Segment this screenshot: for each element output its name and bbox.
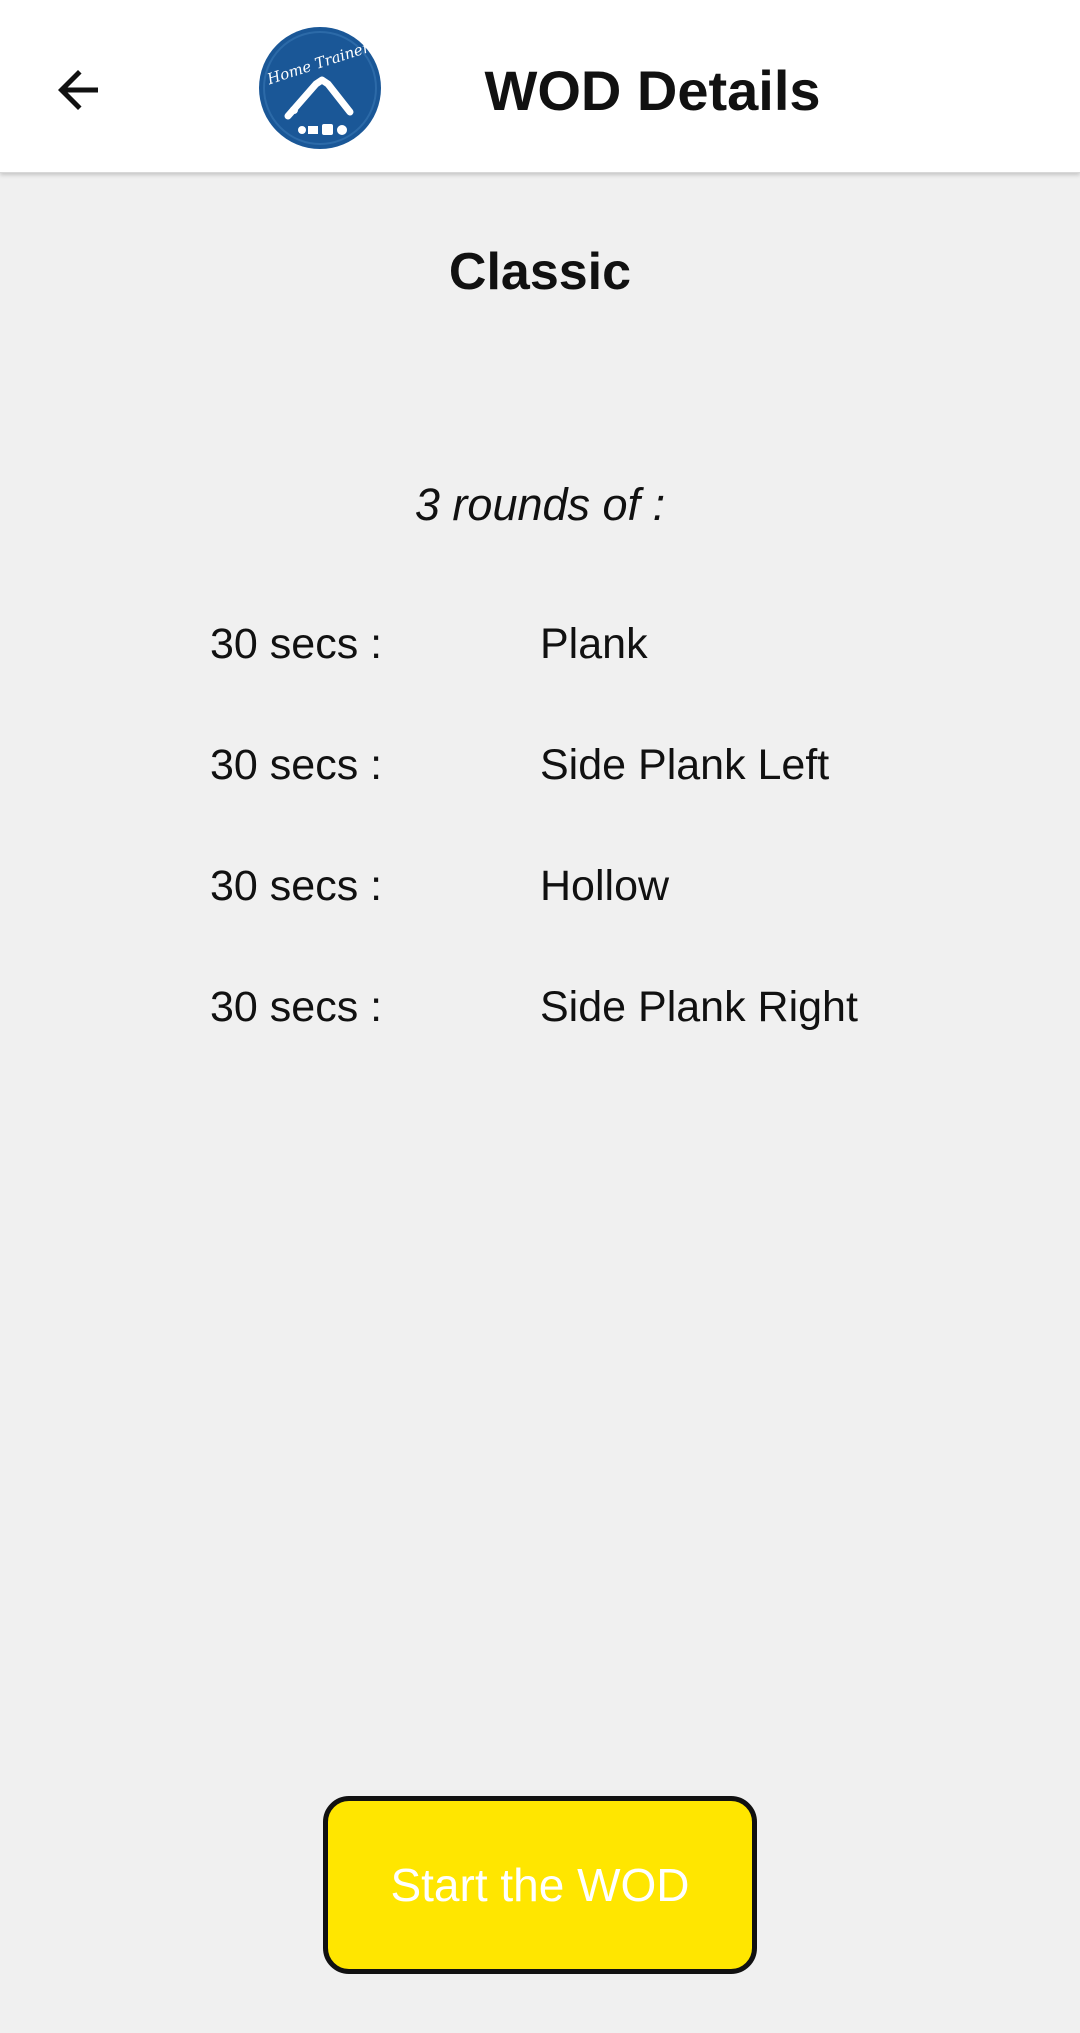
wod-name: Classic — [448, 243, 632, 301]
exercise-name: Hollow — [540, 862, 670, 910]
exercise-row: 30 secs : Side Plank Right — [0, 977, 1080, 1098]
exercise-row: 30 secs : Plank — [0, 614, 1080, 735]
exercise-row: 30 secs : Side Plank Left — [0, 735, 1080, 856]
rounds-label: 3 rounds of : — [414, 479, 666, 530]
arrow-left-icon — [58, 70, 98, 110]
exercise-duration: 30 secs : — [210, 862, 383, 910]
exercise-row: 30 secs : Hollow — [0, 856, 1080, 977]
back-button[interactable] — [38, 50, 118, 130]
exercise-name: Side Plank Right — [540, 983, 858, 1031]
app-bar: Home Trainer WOD Details — [0, 0, 1080, 173]
exercise-name: Side Plank Left — [540, 741, 830, 789]
start-wod-button[interactable]: Start the WOD — [323, 1796, 757, 1974]
exercise-duration: 30 secs : — [210, 983, 383, 1031]
exercise-name: Plank — [540, 620, 648, 668]
page-title: WOD Details — [484, 59, 821, 122]
exercise-duration: 30 secs : — [210, 741, 383, 789]
home-trainer-logo: Home Trainer — [259, 27, 381, 149]
start-wod-button-label: Start the WOD — [390, 1859, 690, 1911]
exercise-list: 30 secs : Plank 30 secs : Side Plank Lef… — [0, 614, 1080, 1098]
exercise-duration: 30 secs : — [210, 620, 383, 668]
